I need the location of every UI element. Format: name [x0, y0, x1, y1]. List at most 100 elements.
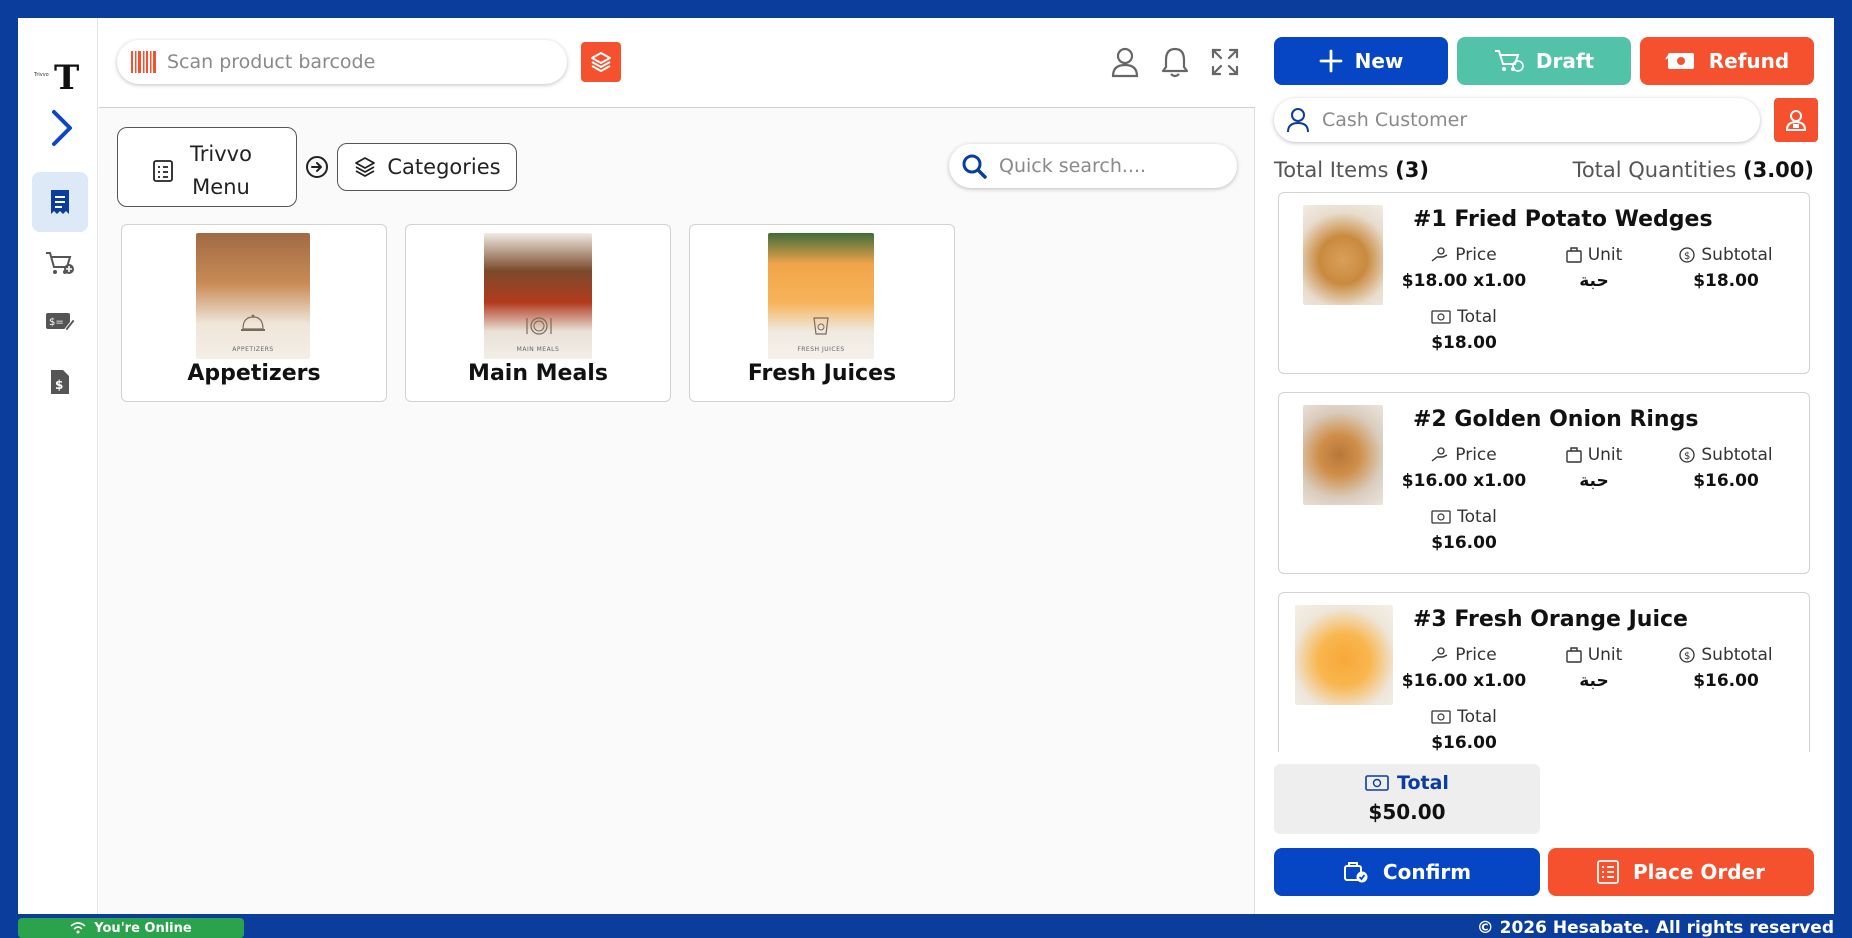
categories-label: Categories — [387, 155, 501, 179]
order-panel: New Draft Refund Total Items (3) Total Q… — [1256, 18, 1834, 914]
wifi-icon — [70, 922, 86, 934]
price-hand-icon — [1431, 647, 1448, 662]
order-summary-row: Total Items (3) Total Quantities (3.00) — [1274, 154, 1814, 186]
unit-label: Unit — [1587, 245, 1623, 265]
fullscreen-icon[interactable] — [1207, 44, 1243, 80]
sidebar-item-orders[interactable] — [32, 172, 88, 232]
user-profile-icon[interactable] — [1107, 44, 1143, 80]
plate-cutlery-icon — [526, 317, 552, 335]
sidebar-expand-chevron-icon[interactable] — [44, 104, 80, 152]
new-order-button[interactable]: New — [1274, 37, 1448, 85]
item-image — [1303, 205, 1383, 305]
layers-outline-icon — [355, 157, 376, 177]
order-list-icon — [1597, 860, 1619, 884]
money-edit-icon: $= — [46, 313, 75, 332]
category-name: Appetizers — [187, 361, 321, 386]
subtotal-value: $18.00 — [1693, 271, 1759, 291]
item-image — [1295, 605, 1393, 705]
place-order-label: Place Order — [1632, 860, 1765, 884]
barcode-scan-field[interactable] — [117, 40, 567, 84]
barcode-input[interactable] — [167, 51, 547, 73]
plus-icon — [1319, 49, 1343, 73]
customer-user-icon — [1287, 108, 1309, 133]
cash-total-icon — [1365, 775, 1389, 791]
total-qty-value: (3.00) — [1742, 158, 1814, 182]
item-title: #3 Fresh Orange Juice — [1413, 607, 1688, 632]
category-card-main-meals[interactable]: MAIN MEALS Main Meals — [405, 224, 671, 402]
notification-bell-icon[interactable] — [1157, 44, 1193, 80]
refund-button[interactable]: Refund — [1640, 37, 1814, 85]
list-menu-icon — [153, 160, 173, 182]
item-title: #2 Golden Onion Rings — [1413, 407, 1699, 432]
dollar-circle-icon: $ — [1679, 247, 1696, 263]
invoice-dollar-icon: $ — [51, 370, 69, 394]
main-meals-image: MAIN MEALS — [484, 233, 592, 359]
total-items-value: (3) — [1395, 158, 1429, 182]
place-order-button[interactable]: Place Order — [1548, 848, 1814, 896]
customer-search-icon — [1785, 110, 1807, 131]
select-customer-button[interactable] — [1774, 98, 1818, 142]
item-unit: Unit حبة — [1529, 645, 1659, 691]
subtotal-label: Subtotal — [1701, 245, 1773, 265]
layers-button[interactable] — [581, 42, 621, 82]
refund-cash-icon — [1665, 53, 1694, 69]
search-icon — [962, 154, 987, 179]
receipt-icon — [51, 190, 69, 214]
sidebar-item-payments[interactable]: $= — [32, 292, 88, 352]
quick-search-input[interactable] — [999, 155, 1229, 177]
menu-breadcrumb-button[interactable]: Trivvo Menu — [117, 127, 297, 207]
quick-search-field[interactable] — [949, 144, 1237, 188]
item-unit: Unit حبة — [1529, 245, 1659, 291]
cart-item[interactable]: #1 Fried Potato Wedges Price $18.00 x1.0… — [1278, 192, 1810, 374]
total-items: Total Items (3) — [1274, 158, 1429, 182]
cart-list[interactable]: #1 Fried Potato Wedges Price $18.00 x1.0… — [1274, 192, 1814, 752]
price-value: $18.00 x1.00 — [1401, 271, 1527, 291]
category-card-appetizers[interactable]: APPETIZERS Appetizers — [121, 224, 387, 402]
draft-label: Draft — [1535, 49, 1595, 73]
category-card-fresh-juices[interactable]: FRESH JUICES Fresh Juices — [689, 224, 955, 402]
arrow-right-circle-icon — [306, 156, 328, 178]
item-price: Price $16.00 x1.00 — [1399, 445, 1529, 491]
grand-total-box: Total $50.00 — [1274, 764, 1540, 834]
total-value: $16.00 — [1431, 733, 1497, 752]
subtotal-label: Subtotal — [1701, 445, 1773, 465]
sidebar: Trivvo T $= $ — [18, 18, 98, 914]
cash-icon — [1431, 310, 1451, 324]
item-subtotal: $ Subtotal $18.00 — [1661, 245, 1791, 291]
categories-breadcrumb-button[interactable]: Categories — [337, 143, 517, 191]
unit-label: Unit — [1587, 445, 1623, 465]
main-area: Trivvo Menu Categories APPETIZERS Appeti… — [99, 18, 1255, 914]
total-value: $16.00 — [1431, 533, 1497, 553]
cart-draft-icon — [1494, 50, 1524, 72]
price-label: Price — [1455, 245, 1497, 265]
total-label: Total — [1457, 307, 1497, 327]
cart-item[interactable]: #2 Golden Onion Rings Price $16.00 x1.00… — [1278, 392, 1810, 574]
customer-input[interactable] — [1322, 109, 1742, 131]
customer-field[interactable] — [1274, 98, 1760, 142]
unit-value: حبة — [1579, 471, 1609, 491]
total-label: Total — [1457, 507, 1497, 527]
unit-box-icon — [1565, 647, 1582, 663]
main-meals-caption: MAIN MEALS — [516, 346, 560, 353]
new-label: New — [1354, 49, 1404, 73]
app-frame: Trivvo T $= $ Scan product barcode Trivv… — [18, 18, 1834, 914]
total-qty-label: Total Quantities — [1572, 158, 1737, 182]
svg-text:$: $ — [55, 378, 63, 392]
barcode-icon — [131, 51, 156, 73]
unit-box-icon — [1565, 247, 1582, 263]
draft-button[interactable]: Draft — [1457, 37, 1631, 85]
sidebar-item-invoices[interactable]: $ — [32, 352, 88, 412]
sidebar-item-cart[interactable] — [32, 234, 88, 294]
svg-text:$: $ — [1684, 651, 1690, 662]
price-label: Price — [1455, 445, 1497, 465]
svg-text:$=: $= — [49, 317, 64, 328]
cart-add-icon — [46, 252, 74, 274]
item-price: Price $16.00 x1.00 — [1399, 645, 1529, 691]
confirm-button[interactable]: Confirm — [1274, 848, 1540, 896]
appetizers-caption: APPETIZERS — [232, 346, 274, 353]
dollar-circle-icon: $ — [1679, 647, 1696, 663]
item-subtotal: $ Subtotal $16.00 — [1661, 445, 1791, 491]
cart-item[interactable]: #3 Fresh Orange Juice Price $16.00 x1.00… — [1278, 592, 1810, 752]
brand-logo: Trivvo T — [34, 58, 90, 98]
cash-icon — [1431, 510, 1451, 524]
